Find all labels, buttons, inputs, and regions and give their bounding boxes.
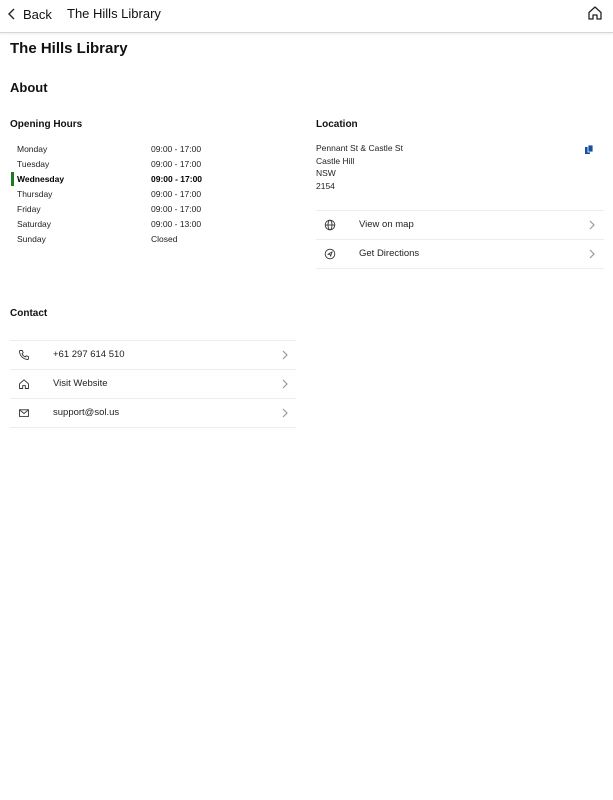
location-heading: Location	[316, 119, 358, 130]
directions-icon	[324, 248, 336, 260]
contact-phone-label: +61 297 614 510	[53, 349, 125, 360]
hours-day: Saturday	[17, 219, 52, 229]
chevron-right-icon	[282, 379, 288, 389]
hours-row: Sunday Closed	[10, 232, 290, 247]
chevron-left-icon	[8, 8, 15, 20]
address-line: 2154	[316, 180, 335, 191]
hours-day: Wednesday	[17, 174, 65, 184]
chevron-right-icon	[282, 408, 288, 418]
home-button[interactable]	[587, 5, 603, 21]
get-directions-label: Get Directions	[359, 248, 420, 259]
back-button[interactable]: Back	[8, 5, 52, 23]
hours-time: 09:00 - 17:00	[151, 144, 202, 154]
hours-time: 09:00 - 17:00	[151, 174, 203, 184]
address-line: NSW	[316, 168, 336, 178]
hours-time: 09:00 - 13:00	[151, 219, 202, 229]
contact-heading: Contact	[10, 308, 48, 319]
hours-time: 09:00 - 17:00	[151, 204, 202, 214]
view-on-map-item[interactable]: View on map	[316, 210, 604, 239]
hours-row: Thursday 09:00 - 17:00	[10, 187, 290, 202]
hours-row: Tuesday 09:00 - 17:00	[10, 157, 290, 172]
home-icon	[19, 379, 29, 389]
hours-day: Thursday	[17, 189, 53, 199]
hours-day: Monday	[17, 144, 48, 154]
today-marker	[11, 172, 14, 186]
hours-time: 09:00 - 17:00	[151, 189, 202, 199]
address-line: Pennant St & Castle St	[316, 143, 403, 153]
get-directions-item[interactable]: Get Directions	[316, 239, 604, 269]
back-label: Back	[23, 6, 52, 22]
hours-day: Tuesday	[17, 159, 50, 169]
contact-website-label: Visit Website	[53, 378, 108, 389]
copy-address-button[interactable]	[584, 142, 595, 154]
hours-row: Friday 09:00 - 17:00	[10, 202, 290, 217]
globe-icon	[324, 219, 336, 231]
view-on-map-label: View on map	[359, 219, 414, 230]
mail-icon	[19, 409, 29, 417]
hours-row: Saturday 09:00 - 13:00	[10, 217, 290, 232]
copy-icon	[585, 144, 594, 154]
opening-hours-heading: Opening Hours	[10, 119, 83, 130]
chevron-right-icon	[282, 350, 288, 360]
contact-phone-item[interactable]: +61 297 614 510	[10, 340, 296, 369]
contact-email-item[interactable]: support@sol.us	[10, 398, 296, 428]
hours-time: 09:00 - 17:00	[151, 159, 202, 169]
chevron-right-icon	[589, 220, 595, 230]
page-title: The Hills Library	[10, 40, 128, 57]
location-actions-list: View on map Get Directions	[316, 210, 604, 269]
hours-time: Closed	[151, 234, 178, 244]
contact-email-label: support@sol.us	[53, 407, 120, 418]
hours-day: Sunday	[17, 234, 46, 244]
hours-day: Friday	[17, 204, 41, 214]
home-icon	[588, 6, 602, 20]
address-line: Castle Hill	[316, 155, 355, 166]
nav-title: The Hills Library	[67, 6, 161, 21]
opening-hours-table: Monday 09:00 - 17:00 Tuesday 09:00 - 17:…	[10, 142, 290, 247]
hours-row-today: Wednesday 09:00 - 17:00	[10, 172, 290, 187]
top-nav-bar: Back The Hills Library	[0, 0, 613, 33]
phone-icon	[19, 350, 29, 360]
contact-website-item[interactable]: Visit Website	[10, 369, 296, 398]
contact-list: +61 297 614 510 Visit Website support@so…	[10, 340, 296, 428]
address: Pennant St & Castle St Castle Hill NSW 2…	[316, 142, 403, 192]
section-title-about: About	[10, 80, 48, 95]
hours-row: Monday 09:00 - 17:00	[10, 142, 290, 157]
chevron-right-icon	[589, 249, 595, 259]
